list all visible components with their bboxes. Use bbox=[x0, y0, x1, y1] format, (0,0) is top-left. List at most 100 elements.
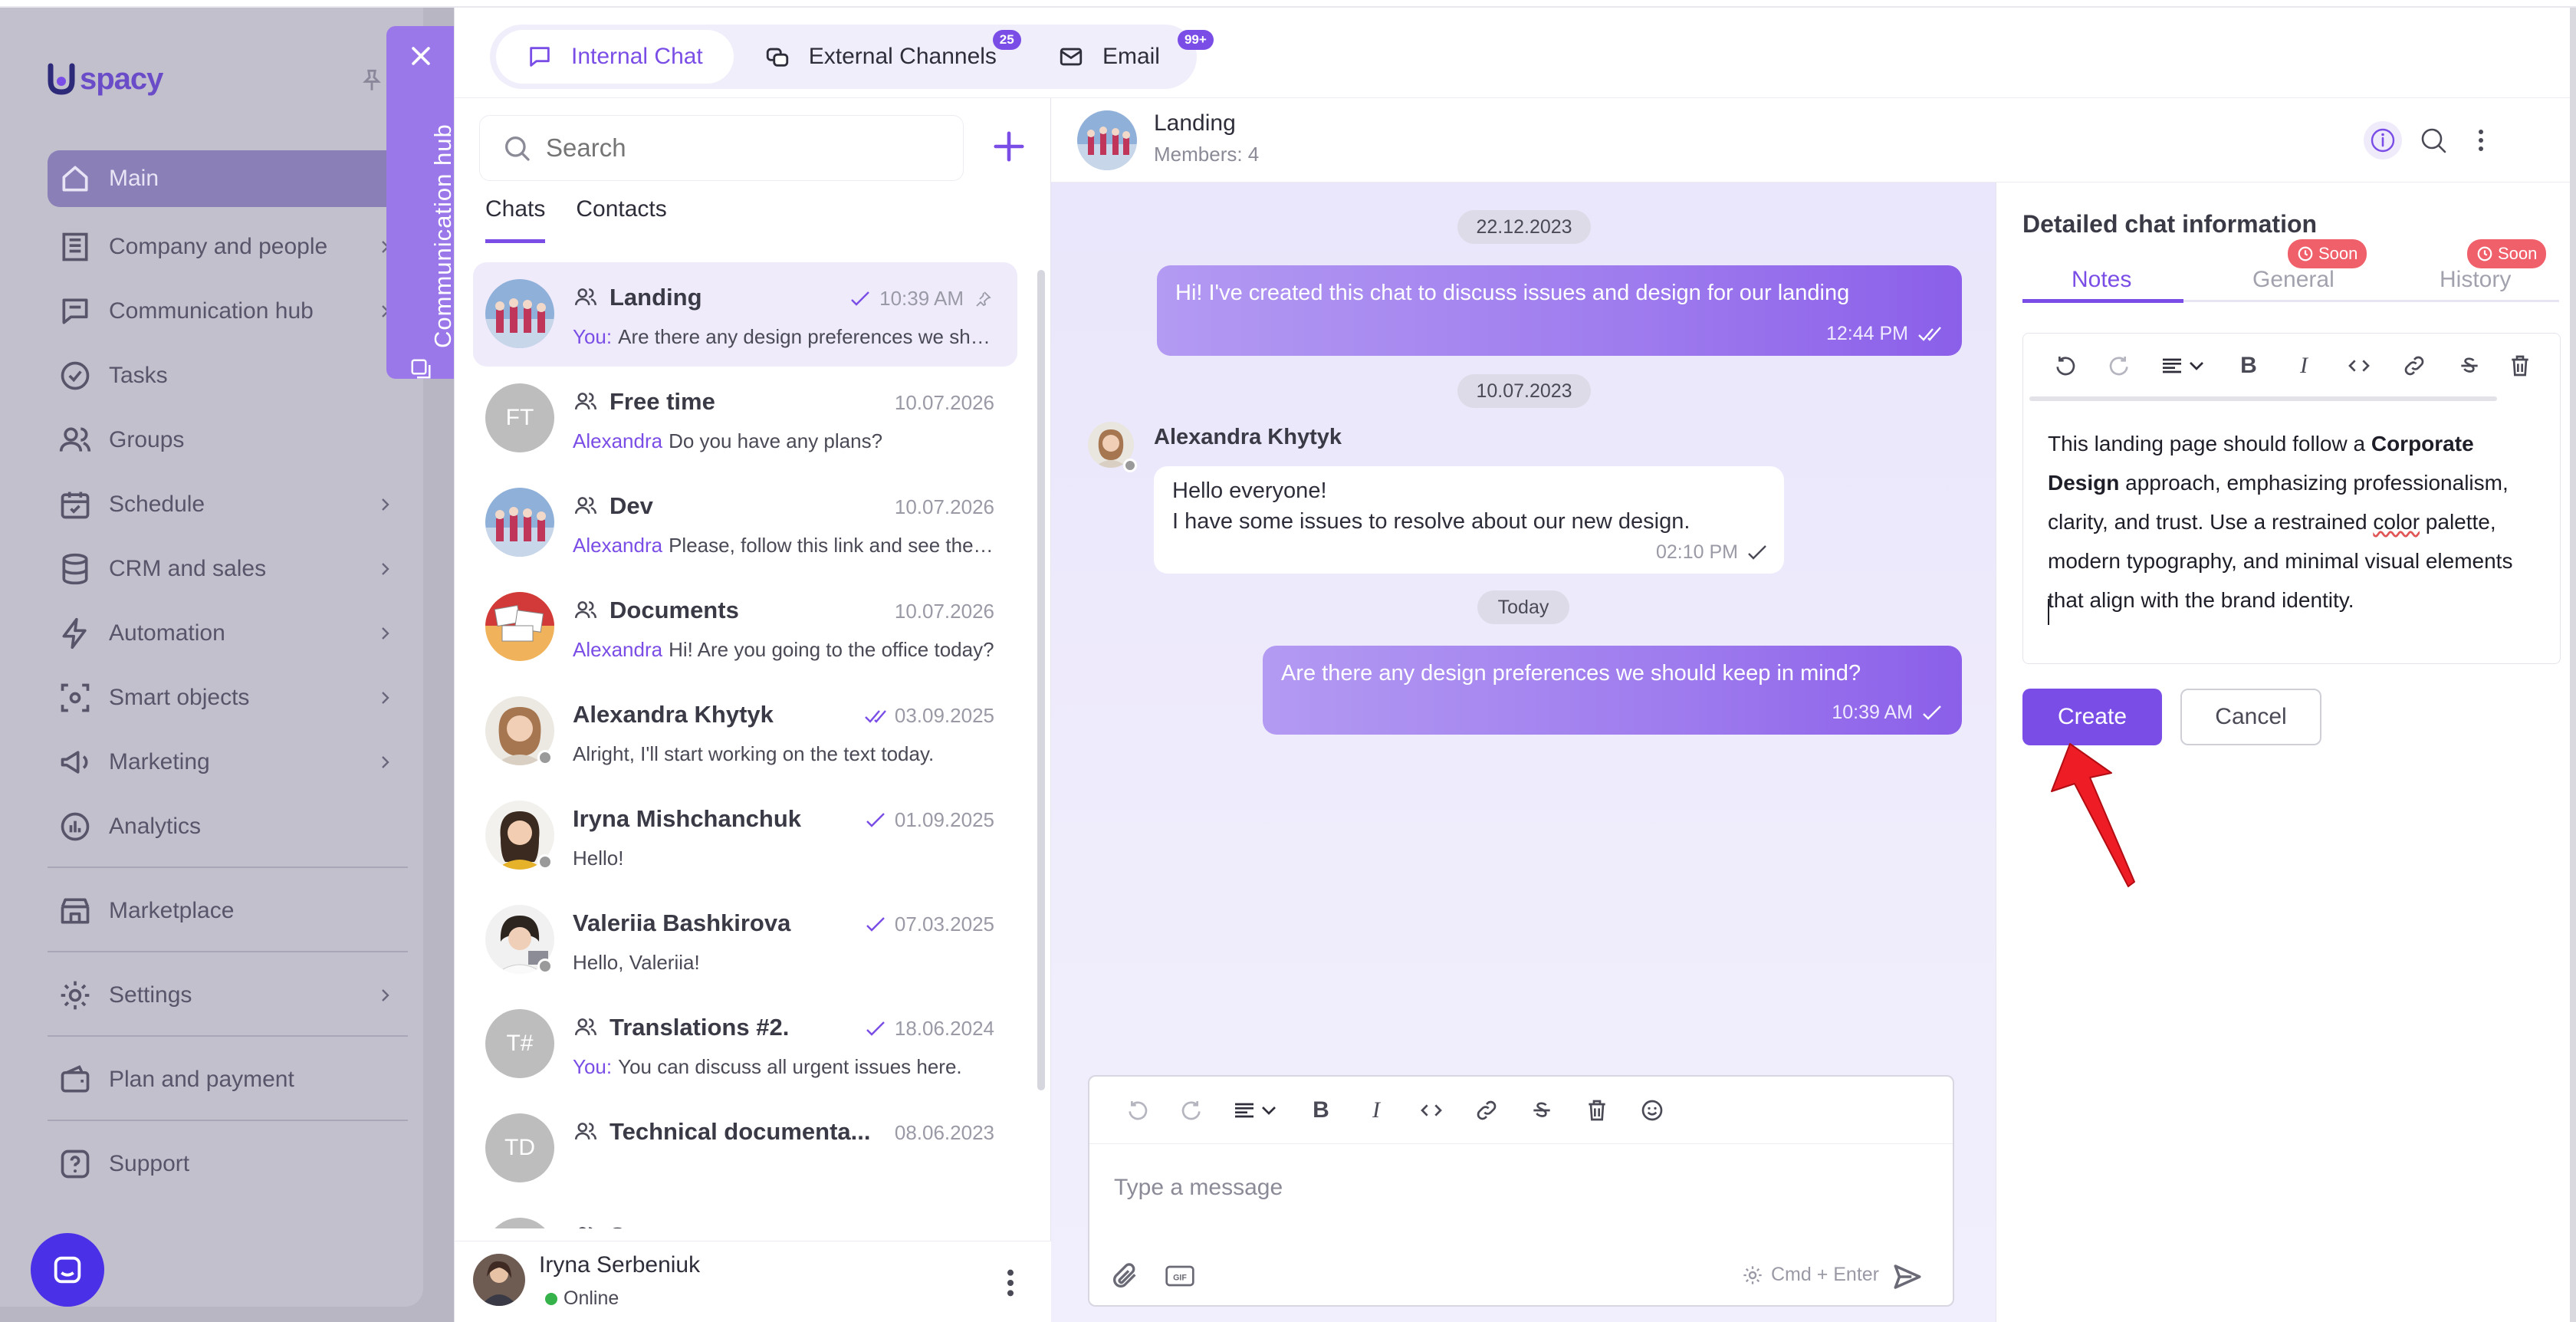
sidebar-item-main[interactable]: Main bbox=[48, 150, 408, 207]
redo-button[interactable] bbox=[2092, 347, 2147, 385]
sidebar-item-communication-hub[interactable]: Communication hub bbox=[48, 279, 408, 344]
clear-format-button[interactable] bbox=[1569, 1091, 1625, 1130]
message-input[interactable]: Type a message bbox=[1114, 1175, 1283, 1201]
align-dropdown[interactable] bbox=[1220, 1091, 1293, 1130]
note-text[interactable]: This landing page should follow a Corpor… bbox=[2048, 424, 2538, 620]
align-dropdown[interactable] bbox=[2147, 347, 2221, 385]
avatar[interactable] bbox=[485, 279, 554, 348]
code-button[interactable] bbox=[2331, 347, 2387, 385]
support-chat-button[interactable] bbox=[31, 1233, 104, 1307]
chat-members: Members: 4 bbox=[1154, 143, 1260, 166]
chat-row-time: 10.07.2026 bbox=[894, 600, 994, 623]
tab-notes[interactable]: Notes bbox=[2072, 267, 2131, 293]
sidebar-item-groups[interactable]: Groups bbox=[48, 408, 408, 472]
sidebar-item-schedule[interactable]: Schedule bbox=[48, 472, 408, 537]
chat-row[interactable]: Dev 10.07.2026 Alexandra Please, follow thi… bbox=[473, 471, 1017, 575]
search-box[interactable] bbox=[479, 115, 964, 181]
chat-row-title: Documents bbox=[573, 597, 739, 624]
tab-history[interactable]: History bbox=[2440, 267, 2511, 293]
pin-sidebar-icon[interactable] bbox=[359, 67, 385, 94]
sidebar-item-tasks[interactable]: Tasks bbox=[48, 344, 408, 408]
strikethrough-button[interactable] bbox=[1514, 1091, 1569, 1130]
message-area: 22.12.2023 Hi! I've created this chat to… bbox=[1051, 183, 1996, 1322]
info-button[interactable] bbox=[2364, 121, 2402, 159]
clear-format-button[interactable] bbox=[2497, 347, 2543, 385]
toolbar-scrollbar[interactable] bbox=[2029, 396, 2497, 401]
chat-row-time: 10.07.2026 bbox=[894, 391, 994, 414]
subtab-contacts[interactable]: Contacts bbox=[576, 196, 666, 243]
tab-general[interactable]: General bbox=[2252, 267, 2334, 293]
close-icon[interactable] bbox=[408, 43, 434, 69]
sidebar-item-automation[interactable]: Automation bbox=[48, 601, 408, 666]
sidebar-item-settings[interactable]: Settings bbox=[48, 963, 408, 1028]
sidebar-item-marketing[interactable]: Marketing bbox=[48, 730, 408, 794]
italic-button[interactable]: I bbox=[1349, 1091, 1404, 1130]
avatar[interactable] bbox=[485, 1218, 554, 1228]
message-outgoing[interactable]: Hi! I've created this chat to discuss is… bbox=[1157, 265, 1962, 356]
undo-button[interactable] bbox=[1109, 1091, 1165, 1130]
sidebar-item-smart-objects[interactable]: Smart objects bbox=[48, 666, 408, 730]
chat-avatar[interactable] bbox=[1077, 110, 1137, 170]
chat-row[interactable]: Valeriia Bashkirova 07.03.2025 Hello, Vale… bbox=[473, 888, 1017, 992]
emoji-button[interactable] bbox=[1625, 1091, 1680, 1130]
avatar[interactable]: TD bbox=[485, 1113, 554, 1182]
sidebar-item-plan-and-payment[interactable]: Plan and payment bbox=[48, 1047, 408, 1112]
avatar[interactable] bbox=[485, 592, 554, 661]
chat-row[interactable]: Secret group 07.06.2023 bbox=[473, 1201, 1017, 1228]
main-area: Internal Chat External Channels 25 Email… bbox=[454, 8, 2576, 1322]
message-incoming[interactable]: Hello everyone! I have some issues to re… bbox=[1154, 466, 1784, 574]
search-chat-button[interactable] bbox=[2414, 121, 2453, 159]
italic-button[interactable]: I bbox=[2276, 347, 2331, 385]
chat-row-title: Alexandra Khytyk bbox=[573, 701, 774, 728]
new-chat-plus-icon[interactable] bbox=[991, 129, 1027, 164]
code-button[interactable] bbox=[1404, 1091, 1459, 1130]
send-shortcut-hint[interactable]: Cmd + Enter bbox=[1742, 1264, 1879, 1286]
cancel-note-button[interactable]: Cancel bbox=[2180, 689, 2321, 745]
avatar[interactable]: FT bbox=[485, 383, 554, 452]
chat-row[interactable]: Iryna Mishchanchuk 01.09.2025 Hello! bbox=[473, 784, 1017, 888]
sidebar-item-support[interactable]: Support bbox=[48, 1132, 408, 1196]
strikethrough-button[interactable] bbox=[2442, 347, 2497, 385]
chat-row[interactable]: T# Translations #2. 18.06.2024 You: You can … bbox=[473, 992, 1017, 1097]
chat-row[interactable]: Documents 10.07.2026 Alexandra Hi! Are you … bbox=[473, 575, 1017, 679]
chat-list-scrollbar[interactable] bbox=[1037, 270, 1045, 1090]
subtab-chats[interactable]: Chats bbox=[485, 196, 546, 243]
gif-icon[interactable]: GIF bbox=[1165, 1262, 1195, 1290]
tab-email[interactable]: Email 99+ bbox=[1027, 30, 1214, 84]
tab-label: External Channels bbox=[808, 44, 997, 69]
tab-internal-chat[interactable]: Internal Chat bbox=[496, 30, 734, 84]
communication-hub-tab[interactable]: Communication hub bbox=[386, 26, 456, 379]
link-button[interactable] bbox=[1459, 1091, 1514, 1130]
tab-external-channels[interactable]: External Channels 25 bbox=[734, 30, 1027, 84]
avatar[interactable]: T# bbox=[485, 1009, 554, 1078]
avatar[interactable] bbox=[485, 488, 554, 557]
bold-button[interactable]: B bbox=[2221, 347, 2276, 385]
link-button[interactable] bbox=[2387, 347, 2442, 385]
nav-divider bbox=[48, 867, 408, 868]
chat-row-preview: You: You can discuss all urgent issues he… bbox=[573, 1055, 962, 1078]
hub-chat-icon bbox=[411, 359, 431, 379]
sidebar-item-crm-and-sales[interactable]: CRM and sales bbox=[48, 537, 408, 601]
chat-row[interactable]: FT Free time 10.07.2026 Alexandra Do you hav… bbox=[473, 367, 1017, 471]
undo-button[interactable] bbox=[2037, 347, 2092, 385]
sidebar-item-marketplace[interactable]: Marketplace bbox=[48, 879, 408, 943]
chat-row[interactable]: Alexandra Khytyk 03.09.2025 Alright, I'll … bbox=[473, 679, 1017, 784]
chat-bubble-icon bbox=[54, 1256, 81, 1284]
sidebar-item-company-and-people[interactable]: Company and people bbox=[48, 215, 408, 279]
send-icon[interactable] bbox=[1891, 1261, 1924, 1293]
search-input[interactable] bbox=[546, 133, 929, 163]
code-icon bbox=[1421, 1103, 1442, 1116]
window-right-edge bbox=[2570, 8, 2576, 1322]
chat-row[interactable]: TD Technical documenta... 08.06.2023 bbox=[473, 1097, 1017, 1201]
message-outgoing[interactable]: Are there any design preferences we shou… bbox=[1263, 646, 1962, 735]
more-menu-icon[interactable] bbox=[1007, 1268, 1014, 1298]
chat-row-time: 10:39 AM bbox=[849, 287, 994, 311]
sidebar-item-analytics[interactable]: Analytics bbox=[48, 794, 408, 859]
pin-icon[interactable] bbox=[971, 290, 994, 308]
bold-button[interactable]: B bbox=[1293, 1091, 1349, 1130]
chat-more-button[interactable] bbox=[2462, 121, 2500, 159]
chat-row[interactable]: Landing 10:39 AM You: Are there any design … bbox=[473, 262, 1017, 367]
avatar[interactable] bbox=[473, 1254, 525, 1306]
paperclip-icon[interactable] bbox=[1109, 1261, 1140, 1291]
redo-button[interactable] bbox=[1165, 1091, 1220, 1130]
